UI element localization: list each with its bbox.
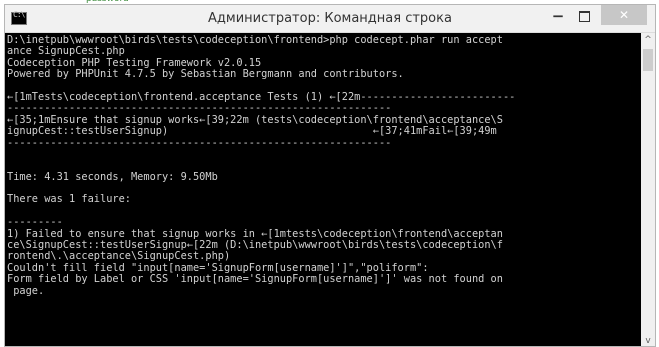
console-line: rontend\.\acceptance\SignupCest.php) <box>7 251 231 263</box>
console-line: page. <box>7 285 45 297</box>
console-line: ----------------------------------------… <box>7 137 392 149</box>
console-line: Powered by PHPUnit 4.7.5 by Sebastian Be… <box>7 69 404 81</box>
console-line: ----------------------------------------… <box>7 103 392 115</box>
console-line: Time: 4.31 seconds, Memory: 9.50Mb <box>7 171 218 183</box>
scroll-down-arrow-icon[interactable]: v <box>641 334 655 346</box>
command-prompt-window: C:\ Администратор: Командная строка − ✕ … <box>4 4 656 347</box>
console-line: ←[35;1mEnsure that signup works←[39;22m … <box>7 114 503 126</box>
console-line: Codeception PHP Testing Framework v2.0.1… <box>7 57 262 69</box>
maximize-button[interactable] <box>571 5 597 27</box>
minimize-button[interactable]: − <box>545 5 571 27</box>
console-line: ance SignupCest.php <box>7 46 125 58</box>
console-line: ce\SignupCest::testUserSignup←[22m (D:\i… <box>7 240 503 252</box>
screenshot-root: password C:\ Администратор: Командная ст… <box>0 0 659 347</box>
close-button[interactable]: ✕ <box>601 5 647 25</box>
console-line: ←[1mTests\codeception\frontend.acceptanc… <box>7 91 516 103</box>
maximize-icon <box>579 11 590 22</box>
console-line: Form field by Label or CSS 'input[name='… <box>7 274 503 286</box>
console-line: Couldn't fill field "input[name='SignupF… <box>7 262 429 274</box>
close-icon: ✕ <box>618 8 630 22</box>
console-line: D:\inetpub\wwwroot\birds\tests\codecepti… <box>7 35 503 46</box>
title-bar[interactable]: C:\ Администратор: Командная строка − ✕ <box>5 5 655 33</box>
vertical-scrollbar[interactable]: ^ v <box>641 33 655 346</box>
console-output[interactable]: D:\inetpub\wwwroot\birds\tests\codecepti… <box>5 33 641 346</box>
console-text: D:\inetpub\wwwroot\birds\tests\codecepti… <box>5 33 641 297</box>
console-line: 1) Failed to ensure that signup works in… <box>7 228 503 240</box>
console-line: There was 1 failure: <box>7 194 131 206</box>
scroll-up-arrow-icon[interactable]: ^ <box>641 33 655 47</box>
scrollbar-thumb[interactable] <box>643 49 653 71</box>
console-line: ignupCest::testUserSignup) ←[37;41mFail←… <box>7 126 497 138</box>
minimize-icon: − <box>551 7 565 25</box>
console-line: --------- <box>7 217 63 229</box>
